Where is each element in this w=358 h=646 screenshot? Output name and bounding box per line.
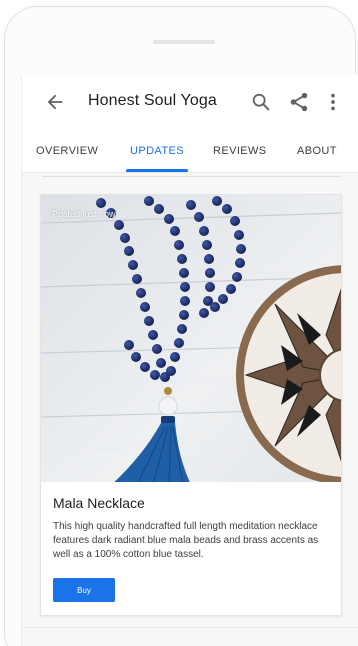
tab-about[interactable]: ABOUT: [297, 145, 337, 157]
app-bar: Honest Soul Yoga: [22, 75, 358, 129]
mala-necklace-image: [41, 195, 341, 482]
back-arrow-icon[interactable]: [44, 91, 66, 113]
update-post-card: Posted just now Mala Necklace This high …: [40, 194, 342, 616]
divider: [22, 627, 358, 628]
app-screen: Honest Soul Yoga OVERVIEW UPDATES REVIEW…: [21, 75, 358, 646]
search-icon[interactable]: [250, 91, 272, 113]
page-title: Honest Soul Yoga: [88, 92, 217, 109]
divider: [42, 176, 341, 177]
product-photo: Posted just now: [41, 195, 341, 482]
share-icon[interactable]: [288, 91, 310, 113]
post-timestamp: Posted just now: [52, 209, 116, 219]
tab-reviews[interactable]: REVIEWS: [213, 145, 267, 157]
phone-speaker: [153, 40, 215, 44]
tab-bar: OVERVIEW UPDATES REVIEWS ABOUT: [22, 129, 358, 173]
tab-overview[interactable]: OVERVIEW: [36, 145, 98, 157]
buy-button[interactable]: Buy: [53, 578, 115, 602]
more-vert-icon[interactable]: [322, 91, 344, 113]
active-tab-indicator: [126, 169, 188, 172]
tab-updates[interactable]: UPDATES: [130, 145, 184, 157]
product-description: This high quality handcrafted full lengt…: [53, 521, 319, 560]
product-title: Mala Necklace: [53, 495, 145, 511]
